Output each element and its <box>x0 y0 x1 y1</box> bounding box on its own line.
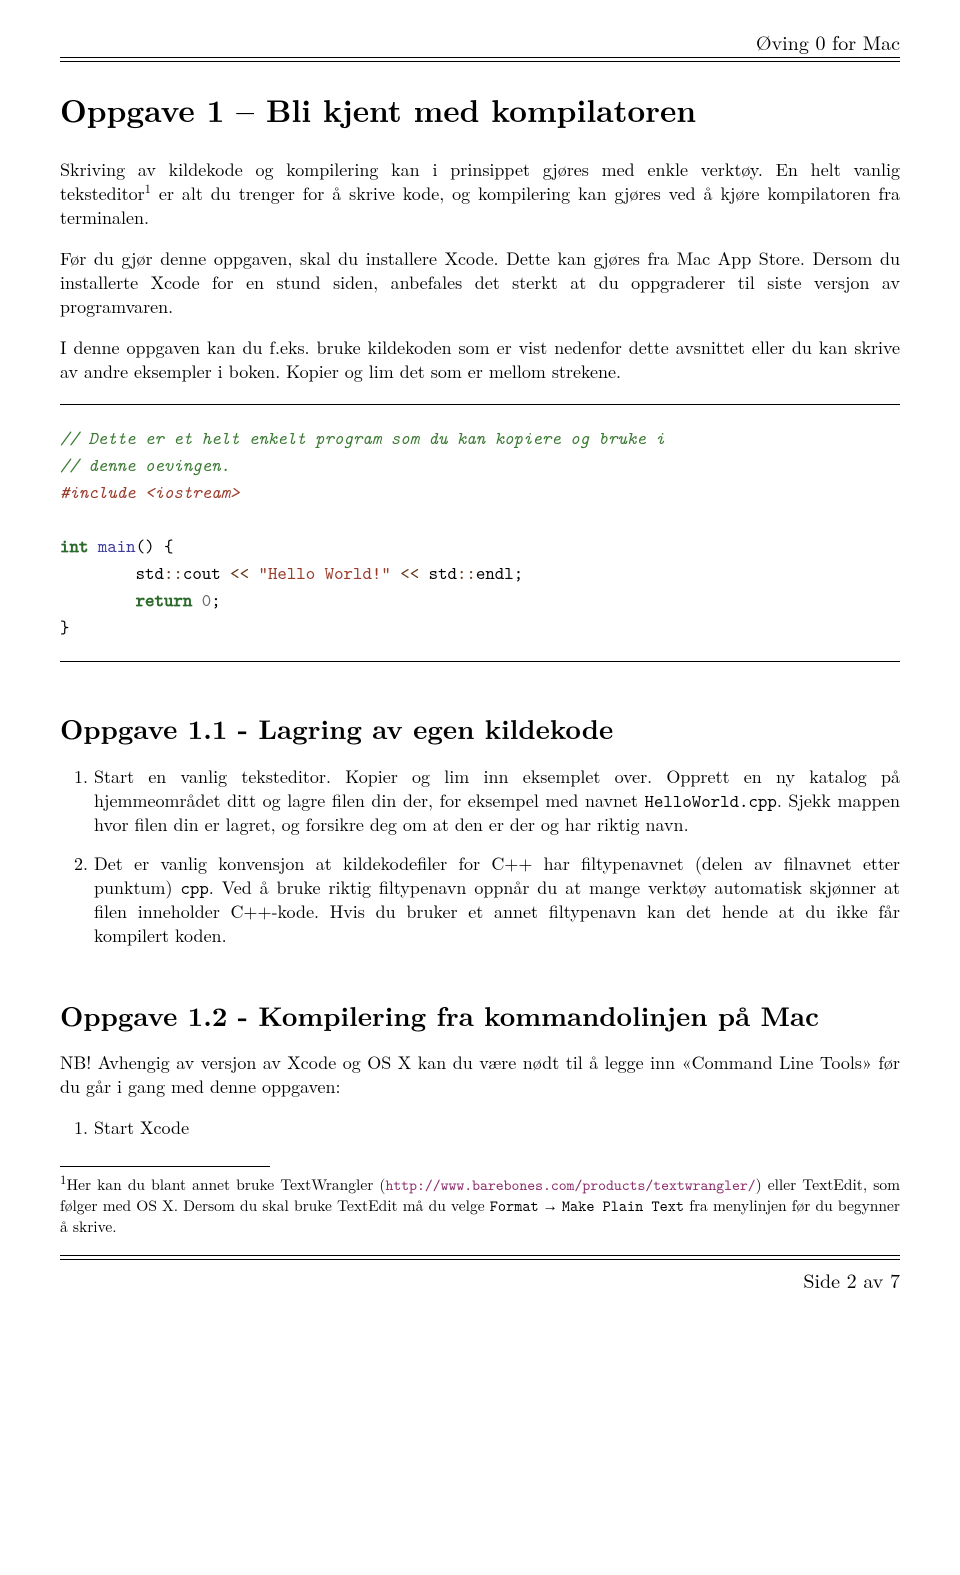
code-comment-2: // denne oevingen. <box>60 453 230 477</box>
list-1-2: Start Xcode <box>60 1116 900 1140</box>
code-open: () { <box>136 534 174 558</box>
page: Øving 0 for Mac Oppgave 1 – Bli kjent me… <box>0 0 960 1575</box>
footnote-rule <box>60 1166 270 1167</box>
code-std2: std <box>429 561 457 585</box>
code-listing: // Dette er et helt enkelt program som d… <box>60 425 900 641</box>
code-lshift1: << <box>221 561 259 585</box>
code-string: "Hello World!" <box>259 561 391 585</box>
code-kw-int: int <box>60 534 88 558</box>
code-cout: cout <box>183 561 221 585</box>
heading-oppgave-1: Oppgave 1 – Bli kjent med kompilatoren <box>60 90 900 132</box>
arrow-icon: → <box>539 1198 562 1215</box>
intro-paragraph-3: I denne oppgaven kan du f.eks. bruke kil… <box>60 336 900 385</box>
footer-rule <box>60 1255 900 1260</box>
code-kw-return: return <box>136 588 193 612</box>
footer-current-page: 2 <box>847 1265 857 1294</box>
code-fn-main: main <box>98 534 136 558</box>
header-rule <box>60 57 900 62</box>
code-include: #include <iostream> <box>60 480 240 504</box>
footnote-link[interactable]: http://www.barebones.com/products/textwr… <box>385 1175 755 1195</box>
page-header-right: Øving 0 for Mac <box>60 28 900 55</box>
code-endl: endl <box>476 561 514 585</box>
code-zero: 0 <box>192 588 211 612</box>
nb-paragraph: NB! Avhengig av versjon av Xcode og OS X… <box>60 1051 900 1100</box>
list-item: Start Xcode <box>94 1116 900 1140</box>
fn-a: Her kan du blant annet bruke TextWrangle… <box>66 1174 385 1195</box>
code-std1: std <box>136 561 164 585</box>
list-1-1: Start en vanlig teksteditor. Kopier og l… <box>60 765 900 949</box>
footnote-1: 1Her kan du blant annet bruke TextWrangl… <box>60 1171 900 1237</box>
footer-total-pages: 7 <box>890 1265 900 1294</box>
li2-tt: cpp <box>180 876 208 900</box>
heading-oppgave-1-2: Oppgave 1.2 - Kompilering fra kommandoli… <box>60 997 900 1033</box>
heading-oppgave-1-1: Oppgave 1.1 - Lagring av egen kildekode <box>60 710 900 746</box>
footer-av: av <box>857 1265 890 1294</box>
code-semi1: ; <box>514 561 523 585</box>
intro-paragraph-2: Før du gjør denne oppgaven, skal du inst… <box>60 247 900 320</box>
code-lshift2: << <box>391 561 429 585</box>
fn-tt2: Make Plain Text <box>562 1195 684 1216</box>
footer-side: Side <box>803 1265 846 1294</box>
list-item: Start en vanlig teksteditor. Kopier og l… <box>94 765 900 838</box>
p1-b: er alt du trenger for å skrive kode, og … <box>60 181 900 230</box>
code-semi2: ; <box>211 588 220 612</box>
code-comment-1: // Dette er et helt enkelt program som d… <box>60 426 665 450</box>
list-item: Det er vanlig konvensjon at kildekodefil… <box>94 852 900 949</box>
li2-b: . Ved å bruke riktig filtypenavn oppnår … <box>94 875 900 949</box>
code-close: } <box>60 615 69 639</box>
code-dcolon2: :: <box>457 561 476 585</box>
fn-tt1: Format <box>490 1195 539 1216</box>
li1-tt: HelloWorld.cpp <box>645 789 777 813</box>
code-rule-bottom <box>60 661 900 662</box>
code-dcolon1: :: <box>164 561 183 585</box>
page-footer-right: Side 2 av 7 <box>60 1266 900 1293</box>
intro-paragraph-1: Skriving av kildekode og kompilering kan… <box>60 158 900 231</box>
code-rule-top <box>60 404 900 405</box>
